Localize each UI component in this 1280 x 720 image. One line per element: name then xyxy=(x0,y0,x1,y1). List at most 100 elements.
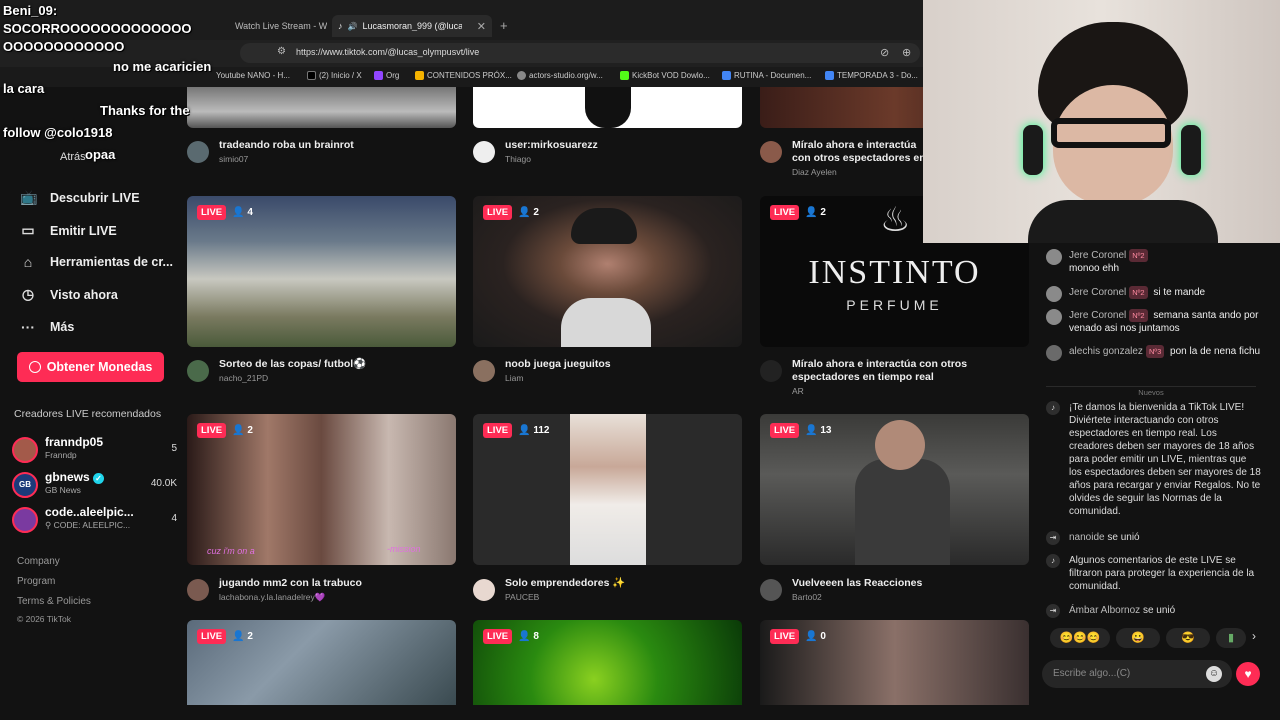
stream-info[interactable]: noob juega jueguitos Liam xyxy=(473,358,743,398)
sidebar-item-creator-tools[interactable]: ⌂ Herramientas de cr... xyxy=(20,254,173,270)
tracking-icon[interactable]: ⊘ xyxy=(880,46,889,59)
speaker-icon: 🔊 xyxy=(347,21,358,31)
sidebar-item-discover-live[interactable]: 📺 Descubrir LIVE xyxy=(20,189,140,206)
creator-sub: Franndp xyxy=(45,450,77,460)
viewer-count: 👤 8 xyxy=(518,631,539,642)
bookmark-item[interactable]: actors-studio.org/w... xyxy=(517,71,603,80)
shirt-shape xyxy=(561,298,651,347)
chevron-right-icon[interactable]: › xyxy=(1252,629,1256,643)
recommended-creator[interactable]: code..aleelpic... ⚲ CODE: ALEELPIC... 4 xyxy=(12,505,177,535)
stream-info[interactable]: Sorteo de las copas/ futbol⚽ nacho_21PD xyxy=(187,358,457,398)
reaction-button[interactable]: 😀 xyxy=(1116,628,1160,648)
stream-info[interactable]: jugando mm2 con la trabuco lachabona.y.l… xyxy=(187,577,457,617)
avatar xyxy=(760,579,782,601)
stream-title: user:mirkosuarezz xyxy=(505,139,598,151)
chat-username[interactable]: Jere Coronel xyxy=(1069,287,1126,298)
person-icon: 👤 xyxy=(232,425,248,436)
bookmark-label: (2) Inicio / X xyxy=(319,71,362,80)
like-heart-button[interactable]: ♥ xyxy=(1236,662,1260,686)
tag-icon: ⚲ xyxy=(45,520,54,530)
stream-thumbnail[interactable]: LIVE 👤 2 xyxy=(473,196,742,347)
filter-notice-text: Algunos comentarios de este LIVE se filt… xyxy=(1069,555,1255,592)
emoji-icon[interactable]: ☺ xyxy=(1206,666,1222,682)
stream-thumbnail[interactable] xyxy=(473,87,742,128)
site-info-icon[interactable]: ⚙ xyxy=(277,46,286,57)
stream-title: Vuelveeen las Reacciones xyxy=(792,577,923,589)
stream-thumbnail[interactable]: LIVE 👤 8 xyxy=(473,620,742,705)
tab-tiktok-live[interactable]: ♪ 🔊 Lucasmoran_999 (@lucas_oly ✕ xyxy=(332,15,492,37)
sidebar-item-go-live[interactable]: ▭ Emitir LIVE xyxy=(20,222,116,239)
stream-chat-overlay: Beni_09: SOCORROOOOOOOOOOOOO OOOOOOOOOOO… xyxy=(0,0,235,166)
sidebar-item-label: Visto ahora xyxy=(50,287,118,302)
footer-program[interactable]: Program xyxy=(17,576,55,587)
viewer-count: 👤 2 xyxy=(805,207,826,218)
viewer-count: 40.0K xyxy=(150,478,177,489)
join-text: se unió xyxy=(1142,605,1176,616)
stream-info[interactable]: Míralo ahora e interactúa con otros espe… xyxy=(760,358,1030,398)
chat-input[interactable]: Escribe algo...(C) ☺ xyxy=(1042,660,1232,688)
stream-thumbnail[interactable]: LIVE 👤 4 xyxy=(187,196,456,347)
stream-info[interactable]: user:mirkosuarezz Thiago xyxy=(473,139,743,179)
sidebar-item-more[interactable]: ··· Más xyxy=(20,319,74,335)
bookmark-item[interactable]: (2) Inicio / X xyxy=(307,71,362,80)
close-tab-icon[interactable]: ✕ xyxy=(477,20,486,33)
bookmark-item[interactable]: CONTENIDOS PRÓX... xyxy=(415,71,512,80)
chat-username[interactable]: Ámbar Albornoz xyxy=(1069,605,1140,616)
stream-title: Míralo ahora e interactúa con otros espe… xyxy=(792,358,968,383)
new-divider-label: Nuevos xyxy=(1132,388,1170,397)
bookmark-item[interactable]: RUTINA - Documen... xyxy=(722,71,811,80)
viewer-count: 👤 0 xyxy=(805,631,826,642)
chat-username[interactable]: Jere Coronel xyxy=(1069,310,1126,321)
get-coins-button[interactable]: Obtener Monedas xyxy=(17,352,164,382)
creator-name-wrap: gbnews ✓ xyxy=(45,470,105,484)
stream-thumbnail[interactable]: LIVE 👤 2 xyxy=(187,620,456,705)
zoom-icon[interactable]: ⊕ xyxy=(902,46,911,59)
avatar xyxy=(1046,345,1062,361)
face-shape xyxy=(875,420,925,470)
stream-info[interactable]: Solo emprendedores ✨ PAUCEB xyxy=(473,577,743,617)
avatar xyxy=(1046,249,1062,265)
footer-terms[interactable]: Terms & Policies xyxy=(17,596,91,607)
recommended-creator[interactable]: GB gbnews ✓ GB News 40.0K xyxy=(12,470,177,500)
chat-message: Jere Coronel Nº2 monoo ehh xyxy=(1069,249,1269,275)
live-label: LIVE xyxy=(197,423,227,438)
stream-user: nacho_21PD xyxy=(219,373,269,383)
gbnews-logo: GB xyxy=(12,472,38,498)
tab-watch-live[interactable]: Watch Live Stream - Watch Live on xyxy=(235,15,327,37)
chat-username[interactable]: nanoide xyxy=(1069,532,1105,543)
sidebar-item-label: Herramientas de cr... xyxy=(50,255,173,269)
viewer-number: 13 xyxy=(820,425,832,436)
reaction-button[interactable]: 😊😊😊 xyxy=(1050,628,1110,648)
stream-thumbnail[interactable]: cuz i'm on a -mission LIVE 👤 2 xyxy=(187,414,456,565)
bookmark-item[interactable]: Org xyxy=(374,71,399,80)
stream-thumbnail[interactable]: LIVE 👤 0 xyxy=(760,620,1029,705)
chat-username[interactable]: Jere Coronel xyxy=(1069,250,1126,261)
avatar xyxy=(473,141,495,163)
stream-title: Míralo ahora e interactúa con otros espe… xyxy=(792,139,926,164)
tiktok-icon: ♪ xyxy=(1046,554,1060,568)
logo-shape xyxy=(585,87,631,128)
join-message: ⇥ nanoide se unió xyxy=(1046,531,1261,545)
join-text: se unió xyxy=(1107,532,1140,543)
recommended-creator[interactable]: franndp05 Franndp 5 xyxy=(12,435,177,465)
footer-company[interactable]: Company xyxy=(17,556,60,567)
reaction-button[interactable]: 😎 xyxy=(1166,628,1210,648)
chat-text: monoo ehh xyxy=(1069,263,1120,274)
stream-thumbnail[interactable]: LIVE 👤 13 xyxy=(760,414,1029,565)
stream-info[interactable]: Vuelveeen las Reacciones Barto02 xyxy=(760,577,1030,617)
gift-icon: ▮ xyxy=(1227,632,1235,644)
bookmark-item[interactable]: TEMPORADA 3 - Do... xyxy=(825,71,918,80)
tab-label: Lucasmoran_999 (@lucas_oly xyxy=(362,21,462,31)
stream-thumbnail[interactable]: LIVE 👤 112 xyxy=(473,414,742,565)
stream-title: noob juega jueguitos xyxy=(505,358,611,370)
sidebar-item-watched[interactable]: ◷ Visto ahora xyxy=(20,286,118,303)
bookmark-item[interactable]: KickBot VOD Dowlo... xyxy=(620,71,710,80)
reaction-button[interactable]: ▮ xyxy=(1216,628,1246,648)
bookmark-label: KickBot VOD Dowlo... xyxy=(632,71,710,80)
overlay-chat-line: Thanks for the xyxy=(100,103,190,118)
chat-username[interactable]: alechis gonzalez xyxy=(1069,346,1143,357)
footer-copyright: © 2026 TikTok xyxy=(17,614,71,624)
new-tab-icon[interactable]: + xyxy=(500,18,508,33)
live-badge: LIVE 👤 112 xyxy=(483,423,550,438)
live-badge: LIVE 👤 13 xyxy=(770,423,831,438)
